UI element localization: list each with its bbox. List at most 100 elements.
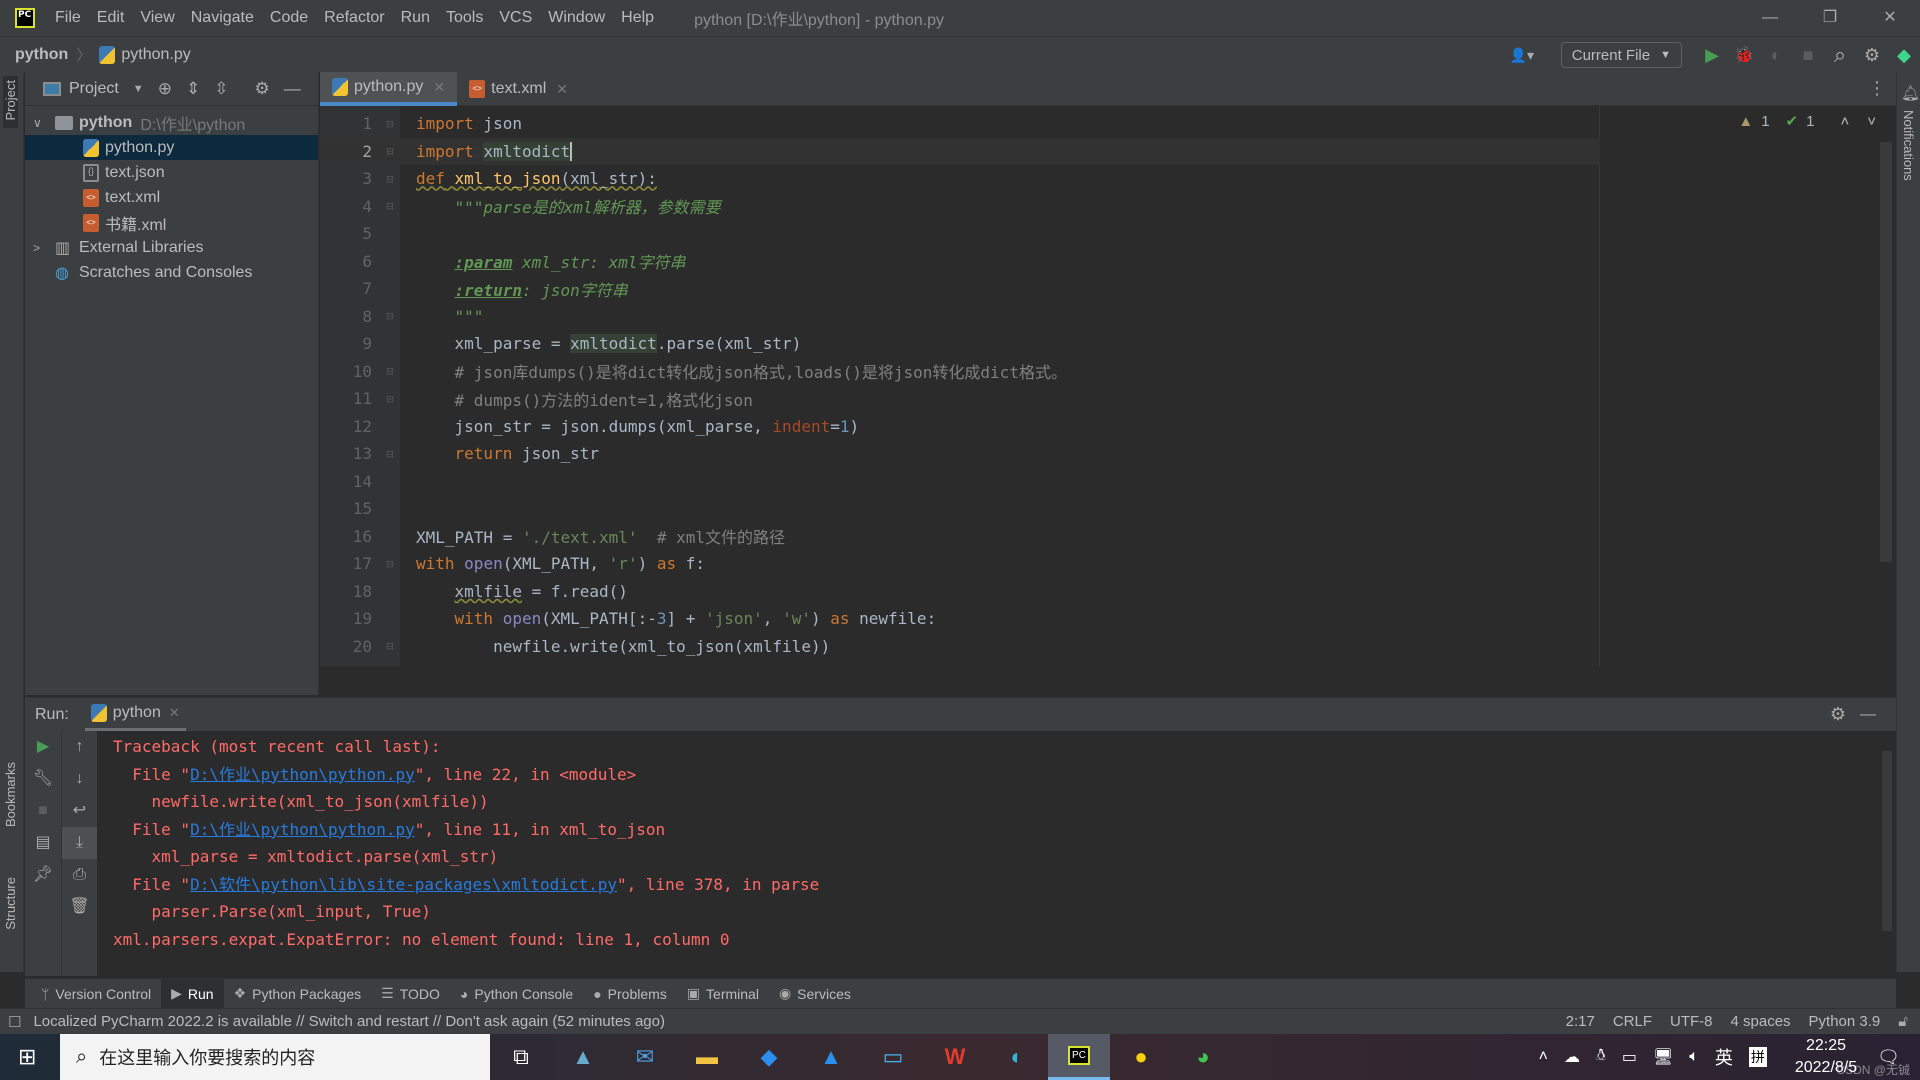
menu-refactor[interactable]: Refactor bbox=[324, 9, 384, 27]
previous-highlight-icon[interactable]: ˄ bbox=[1840, 113, 1849, 130]
tree-item-root-folder[interactable]: ∨ python D:\作业\python bbox=[25, 110, 318, 135]
code-line[interactable]: 12 json_str = json.dumps(xml_parse, inde… bbox=[320, 413, 1600, 441]
app-icon-feishu[interactable]: ▲ bbox=[552, 1034, 614, 1080]
code-line[interactable]: 4 ⊟ """parse是的xml解析器，参数需要 bbox=[320, 193, 1600, 221]
pin-icon[interactable]: 📌︎ bbox=[25, 859, 61, 891]
caret-position[interactable]: 2:17 bbox=[1566, 1013, 1595, 1030]
run-icon[interactable]: ▶ bbox=[1696, 45, 1728, 66]
line-number[interactable]: 8 bbox=[320, 307, 380, 326]
status-layout-icon[interactable]: ☐ bbox=[8, 1013, 21, 1031]
status-message[interactable]: Localized PyCharm 2022.2 is available //… bbox=[33, 1013, 665, 1030]
code-line[interactable]: 11 ⊟ # dumps()方法的ident=1,格式化json bbox=[320, 385, 1600, 413]
line-number[interactable]: 11 bbox=[320, 389, 380, 408]
print-icon[interactable]: ⎙ bbox=[62, 859, 97, 891]
rerun-icon[interactable]: ▶ bbox=[25, 731, 61, 763]
line-separator[interactable]: CRLF bbox=[1613, 1013, 1652, 1030]
fold-marker-icon[interactable]: ⊟ bbox=[380, 364, 400, 378]
line-number[interactable]: 1 bbox=[320, 114, 380, 133]
close-tab-icon[interactable]: ✕ bbox=[433, 79, 445, 96]
line-number[interactable]: 20 bbox=[320, 637, 380, 656]
ime-language[interactable]: 英 bbox=[1715, 1044, 1733, 1070]
inspection-widget[interactable]: ▲ 1 ✔ 1 ˄ ˅ bbox=[1738, 112, 1876, 131]
code-line[interactable]: 7 :return: json字符串 bbox=[320, 275, 1600, 303]
fold-marker-icon[interactable]: ⊟ bbox=[380, 172, 400, 186]
app-icon-qq-music[interactable]: ● bbox=[1110, 1034, 1172, 1080]
layout-icon[interactable]: ▤ bbox=[25, 827, 61, 859]
next-highlight-icon[interactable]: ˅ bbox=[1867, 113, 1876, 130]
restore-button[interactable]: ❐ bbox=[1800, 0, 1860, 36]
taskbar-search[interactable]: ⌕ 在这里输入你要搜索的内容 bbox=[60, 1034, 490, 1080]
line-number[interactable]: 7 bbox=[320, 279, 380, 298]
line-number[interactable]: 6 bbox=[320, 252, 380, 271]
task-view-icon[interactable]: ⧉ bbox=[490, 1034, 552, 1080]
code-line[interactable]: 6 :param xml_str: xml字符串 bbox=[320, 248, 1600, 276]
onedrive-icon[interactable]: ☁ bbox=[1564, 1047, 1580, 1067]
ime-mode[interactable]: 拼 bbox=[1748, 1047, 1767, 1067]
more-tabs-icon[interactable]: ⋮ bbox=[1868, 78, 1886, 99]
run-configuration-dropdown[interactable]: Current File ▼ bbox=[1560, 42, 1682, 68]
file-link[interactable]: D:\软件\python\lib\site-packages\xmltodict… bbox=[190, 875, 617, 894]
menu-navigate[interactable]: Navigate bbox=[191, 9, 254, 27]
close-tab-icon[interactable]: ✕ bbox=[556, 81, 568, 98]
code-line[interactable]: 5 bbox=[320, 220, 1600, 248]
fold-marker-icon[interactable]: ⊟ bbox=[380, 639, 400, 653]
line-number[interactable]: 15 bbox=[320, 499, 380, 518]
code-line[interactable]: 18 xmlfile = f.read() bbox=[320, 578, 1600, 606]
line-number[interactable]: 16 bbox=[320, 527, 380, 546]
editor-scrollbar[interactable] bbox=[1880, 142, 1892, 562]
expand-all-icon[interactable]: ⇕ bbox=[186, 79, 200, 99]
code-line[interactable]: 10 ⊟ # json库dumps()是将dict转化成json格式,loads(… bbox=[320, 358, 1600, 386]
line-number[interactable]: 12 bbox=[320, 417, 380, 436]
code-line[interactable]: 14 bbox=[320, 468, 1600, 496]
minimize-button[interactable]: — bbox=[1740, 0, 1800, 36]
tool-run[interactable]: ▶ Run bbox=[161, 978, 224, 1009]
tree-item-books-xml[interactable]: <> 书籍.xml bbox=[25, 210, 318, 235]
menu-window[interactable]: Window bbox=[548, 9, 605, 27]
app-icon-pycharm[interactable]: PC bbox=[1048, 1034, 1110, 1080]
coverage-icon[interactable]: ◐ bbox=[1760, 45, 1792, 66]
line-number[interactable]: 3 bbox=[320, 169, 380, 188]
console-output[interactable]: Traceback (most recent call last): File … bbox=[113, 733, 819, 953]
collapse-all-icon[interactable]: ⇳ bbox=[214, 79, 228, 99]
chevron-right-icon[interactable]: > bbox=[33, 241, 55, 255]
stop-icon[interactable]: ■ bbox=[25, 795, 61, 827]
line-number[interactable]: 10 bbox=[320, 362, 380, 381]
debug-icon[interactable]: 🐞 bbox=[1728, 45, 1760, 65]
chevron-down-icon[interactable]: ∨ bbox=[33, 116, 55, 130]
tool-todo[interactable]: ☰ TODO bbox=[371, 979, 450, 1009]
line-number[interactable]: 13 bbox=[320, 444, 380, 463]
stop-icon[interactable]: ■ bbox=[1792, 45, 1824, 66]
qq-icon[interactable]: 🐧︎ bbox=[1596, 1047, 1606, 1067]
menu-run[interactable]: Run bbox=[401, 9, 430, 27]
trash-icon[interactable]: 🗑︎ bbox=[62, 891, 97, 923]
menu-vcs[interactable]: VCS bbox=[499, 9, 532, 27]
line-number[interactable]: 9 bbox=[320, 334, 380, 353]
gear-icon[interactable]: ⚙ bbox=[1830, 704, 1846, 725]
hide-panel-icon[interactable]: — bbox=[1860, 706, 1876, 724]
file-link[interactable]: D:\作业\python\python.py bbox=[190, 820, 415, 839]
breadcrumb-file[interactable]: python.py bbox=[99, 45, 191, 64]
line-number[interactable]: 5 bbox=[320, 224, 380, 243]
tab-python-py[interactable]: python.py ✕ bbox=[320, 72, 458, 106]
tool-version-control[interactable]: ᛘ Version Control bbox=[31, 979, 161, 1009]
show-hidden-icons-icon[interactable]: ˄ bbox=[1539, 1048, 1548, 1066]
tool-python-packages[interactable]: ❖ Python Packages bbox=[224, 979, 372, 1009]
windows-start-icon[interactable]: ⊞ bbox=[18, 1044, 36, 1070]
app-icon-wps[interactable]: W bbox=[924, 1034, 986, 1080]
line-number[interactable]: 19 bbox=[320, 609, 380, 628]
code-line[interactable]: 1 ⊟ import json bbox=[320, 110, 1600, 138]
tool-services[interactable]: ◉ Services bbox=[769, 979, 861, 1009]
tool-terminal[interactable]: ▣ Terminal bbox=[677, 979, 769, 1009]
tree-item-external-libraries[interactable]: > ▥ External Libraries bbox=[25, 235, 318, 260]
run-tab-python[interactable]: python ✕ bbox=[84, 698, 186, 732]
tab-text-xml[interactable]: <> text.xml ✕ bbox=[457, 72, 580, 106]
vcs-user-icon[interactable]: 👤▾ bbox=[1497, 47, 1547, 64]
file-link[interactable]: D:\作业\python\python.py bbox=[190, 765, 415, 784]
fold-marker-icon[interactable]: ⊟ bbox=[380, 199, 400, 213]
app-icon-lanxin[interactable]: ▲ bbox=[800, 1034, 862, 1080]
line-number[interactable]: 4 bbox=[320, 197, 380, 216]
fold-marker-icon[interactable]: ⊟ bbox=[380, 117, 400, 131]
network-icon[interactable]: 🖥︎ bbox=[1653, 1047, 1673, 1067]
app-icon-mail[interactable]: ✉ bbox=[614, 1034, 676, 1080]
notifications-tool-button[interactable]: Notifications bbox=[1901, 110, 1916, 185]
